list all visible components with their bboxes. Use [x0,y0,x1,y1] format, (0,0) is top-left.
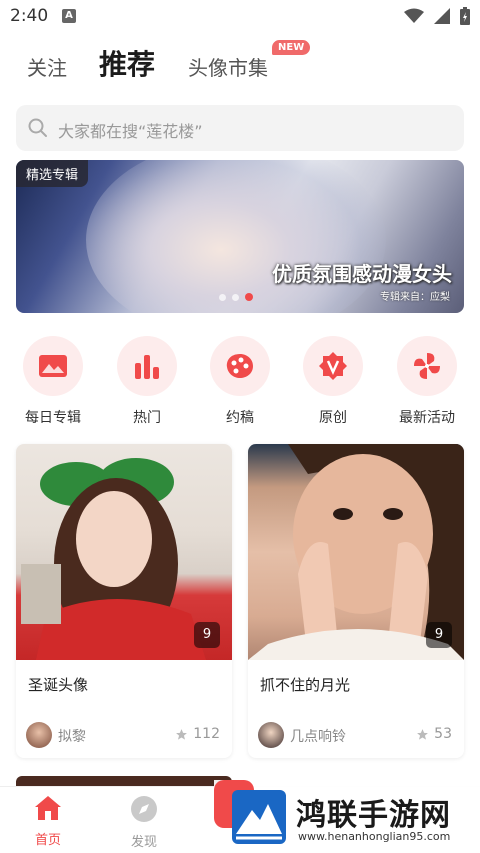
banner-source: 专辑来自：应梨 [380,292,450,303]
tab-avatar-market[interactable]: 头像市集 [188,52,268,81]
category-label: 约稿 [226,410,254,426]
banner-title: 优质氛围感动漫女头 [272,262,452,286]
palette-icon [226,354,253,378]
banner-badge: 精选专辑 [16,160,89,187]
image-count-badge: 9 [194,622,220,648]
card-title: 圣诞头像 [28,676,89,694]
top-nav: 关注 推荐 头像市集 NEW [0,34,480,100]
album-card[interactable]: 9 圣诞头像 拟黎 112 [16,444,232,758]
tab-home[interactable]: 首页 [18,795,78,848]
category-hot[interactable]: 热门 [100,336,194,427]
tab-recommend[interactable]: 推荐 [99,43,155,83]
next-card-preview[interactable] [16,776,232,786]
search-bar[interactable]: 大家都在搜“莲花楼” [16,105,464,151]
banner-artwork [86,160,386,313]
author-name[interactable]: 拟黎 [58,726,86,746]
status-icons [404,7,470,25]
star-icon [417,728,429,740]
tab-label: 发现 [130,835,157,850]
status-time: 2:40 [10,6,49,26]
card-image: 9 [16,444,232,660]
sim-icon: A [62,9,76,23]
picture-icon [39,355,67,377]
image-count-badge: 9 [426,622,452,648]
battery-icon [460,7,470,25]
category-label: 最新活动 [399,410,455,426]
tab-follow[interactable]: 关注 [27,52,67,81]
watermark-url: www.henanhonglian95.com [298,830,451,843]
search-placeholder: 大家都在搜“莲花楼” [58,122,203,141]
home-icon [35,796,61,820]
tab-label: 首页 [34,833,61,848]
category-latest-events[interactable]: 最新活动 [380,336,474,427]
avatar[interactable] [258,722,284,748]
banner-carousel[interactable]: 精选专辑 优质氛围感动漫女头 专辑来自：应梨 [16,160,464,313]
pinwheel-icon [414,353,440,379]
compass-icon [131,796,157,822]
main-content: 大家都在搜“莲花楼” 精选专辑 优质氛围感动漫女头 专辑来自：应梨 每日专辑 热… [0,100,480,786]
author-name[interactable]: 几点响铃 [290,726,346,746]
original-v-icon [319,352,347,380]
avatar[interactable] [26,722,52,748]
carousel-dot[interactable] [219,293,226,301]
carousel-dot-active[interactable] [245,293,253,301]
watermark: 鸿联手游网 www.henanhonglian95.com [214,780,480,853]
card-title: 抓不住的月光 [260,676,351,694]
card-footer: 几点响铃 53 [248,722,464,758]
likes[interactable]: 53 [416,726,452,742]
carousel-dots [219,293,253,301]
tab-discover[interactable]: 发现 [114,795,174,850]
likes-count: 53 [434,726,452,742]
category-original[interactable]: 原创 [286,336,380,427]
new-badge: NEW [272,40,311,55]
watermark-logo [232,790,286,844]
likes-count: 112 [193,726,220,742]
category-label: 每日专辑 [25,410,81,426]
bar-chart-icon [135,355,159,379]
category-row: 每日专辑 热门 约稿 原创 最新活动 [0,336,480,428]
card-footer: 拟黎 112 [16,722,232,758]
wifi-icon [404,8,424,23]
likes[interactable]: 112 [175,726,220,742]
category-commission[interactable]: 约稿 [193,336,287,427]
category-label: 原创 [319,410,347,426]
carousel-dot[interactable] [232,293,239,301]
album-card[interactable]: 9 抓不住的月光 几点响铃 53 [248,444,464,758]
category-label: 热门 [133,410,161,426]
category-daily-album[interactable]: 每日专辑 [6,336,100,427]
star-icon [176,728,188,740]
card-image: 9 [248,444,464,660]
search-icon [28,118,47,137]
signal-icon [434,8,450,24]
watermark-title: 鸿联手游网 [296,798,451,833]
status-bar: 2:40 A [0,0,480,34]
